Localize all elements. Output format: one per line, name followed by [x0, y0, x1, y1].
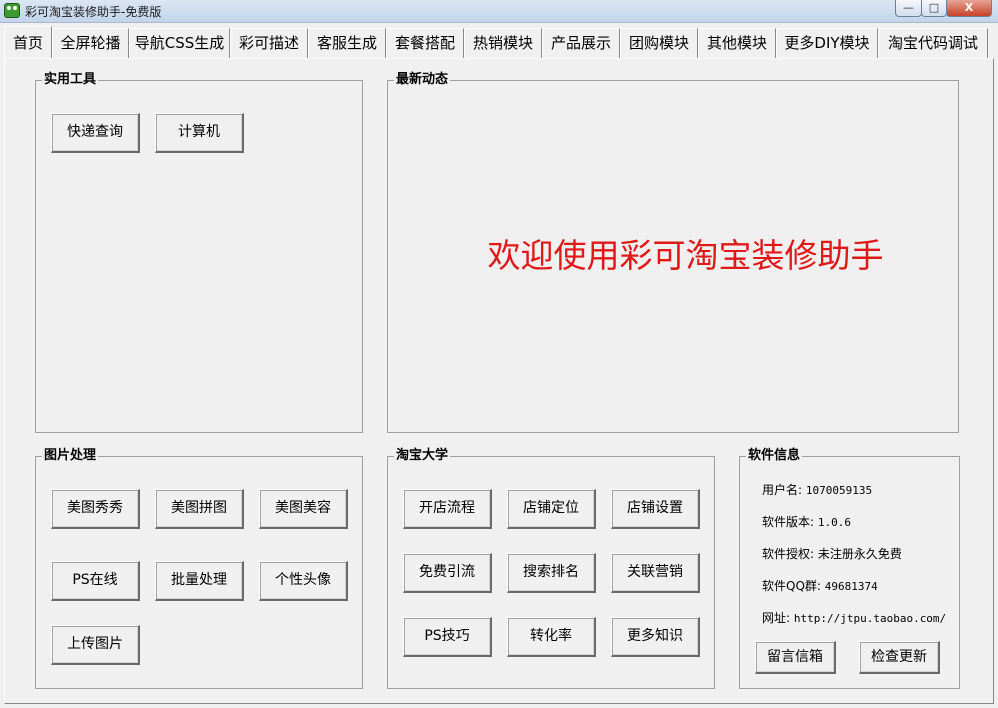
software-info-title: 软件信息 [746, 448, 803, 464]
express-query-button[interactable]: 快递查询 [51, 113, 140, 153]
tab-strip: 首页 全屏轮播 导航CSS生成 彩可描述 客服生成 套餐搭配 热销模块 产品展示… [0, 26, 998, 58]
tab-group-buy[interactable]: 团购模块 [620, 28, 698, 58]
search-ranking-button[interactable]: 搜索排名 [507, 553, 596, 593]
meitu-xiuxiu-button[interactable]: 美图秀秀 [51, 489, 140, 529]
more-knowledge-button[interactable]: 更多知识 [611, 617, 700, 657]
news-group: 最新动态 欢迎使用彩可淘宝装修助手 [387, 72, 959, 433]
tab-hot-sales[interactable]: 热销模块 [464, 28, 542, 58]
tab-more-diy[interactable]: 更多DIY模块 [776, 28, 878, 58]
open-shop-flow-button[interactable]: 开店流程 [403, 489, 492, 529]
meitu-collage-button[interactable]: 美图拼图 [155, 489, 244, 529]
batch-process-button[interactable]: 批量处理 [155, 561, 244, 601]
maximize-button[interactable]: □ [921, 0, 947, 17]
custom-avatar-button[interactable]: 个性头像 [259, 561, 348, 601]
image-processing-group: 图片处理 美图秀秀 美图拼图 美图美容 PS在线 批量处理 个性头像 上传图片 [35, 448, 363, 689]
ps-tips-button[interactable]: PS技巧 [403, 617, 492, 657]
tab-home[interactable]: 首页 [4, 26, 52, 58]
conversion-rate-button[interactable]: 转化率 [507, 617, 596, 657]
info-version: 软件版本: 1.0.6 [762, 515, 851, 529]
info-qq-group: 软件QQ群: 49681374 [762, 579, 878, 593]
window-title: 彩可淘宝装修助手-免费版 [25, 5, 162, 19]
minimize-button[interactable]: — [895, 0, 922, 17]
upload-image-button[interactable]: 上传图片 [51, 625, 140, 665]
tab-code-debug[interactable]: 淘宝代码调试 [878, 28, 988, 58]
free-traffic-button[interactable]: 免费引流 [403, 553, 492, 593]
close-button[interactable]: X [946, 0, 992, 17]
welcome-message: 欢迎使用彩可淘宝装修助手 [487, 236, 884, 275]
tools-group-title: 实用工具 [42, 72, 99, 88]
message-box-button[interactable]: 留言信箱 [755, 641, 836, 674]
info-website: 网址: http://jtpu.taobao.com/ [762, 611, 947, 625]
image-processing-title: 图片处理 [42, 448, 99, 464]
tab-customer-service[interactable]: 客服生成 [308, 28, 386, 58]
tools-group: 实用工具 快递查询 计算机 [35, 72, 363, 433]
info-license: 软件授权: 未注册永久免费 [762, 547, 902, 561]
tab-product-display[interactable]: 产品展示 [542, 28, 620, 58]
check-update-button[interactable]: 检查更新 [859, 641, 940, 674]
software-info-group: 软件信息 用户名: 1070059135 软件版本: 1.0.6 软件授权: 未… [739, 448, 960, 689]
taobao-university-group: 淘宝大学 开店流程 店铺定位 店铺设置 免费引流 搜索排名 关联营销 PS技巧 … [387, 448, 715, 689]
title-bar: 彩可淘宝装修助手-免费版 — □ X [0, 0, 998, 23]
tab-description[interactable]: 彩可描述 [230, 28, 308, 58]
website-link[interactable]: http://jtpu.taobao.com/ [794, 612, 946, 625]
ps-online-button[interactable]: PS在线 [51, 561, 140, 601]
tab-fullscreen-carousel[interactable]: 全屏轮播 [52, 28, 129, 58]
shop-settings-button[interactable]: 店铺设置 [611, 489, 700, 529]
calculator-button[interactable]: 计算机 [155, 113, 244, 153]
tab-package[interactable]: 套餐搭配 [386, 28, 464, 58]
related-marketing-button[interactable]: 关联营销 [611, 553, 700, 593]
app-frog-icon [4, 3, 20, 18]
news-group-title: 最新动态 [394, 72, 451, 88]
info-username: 用户名: 1070059135 [762, 483, 873, 497]
meitu-beauty-button[interactable]: 美图美容 [259, 489, 348, 529]
shop-positioning-button[interactable]: 店铺定位 [507, 489, 596, 529]
tab-nav-css[interactable]: 导航CSS生成 [129, 28, 230, 58]
taobao-university-title: 淘宝大学 [394, 448, 451, 464]
tab-other-modules[interactable]: 其他模块 [698, 28, 776, 58]
